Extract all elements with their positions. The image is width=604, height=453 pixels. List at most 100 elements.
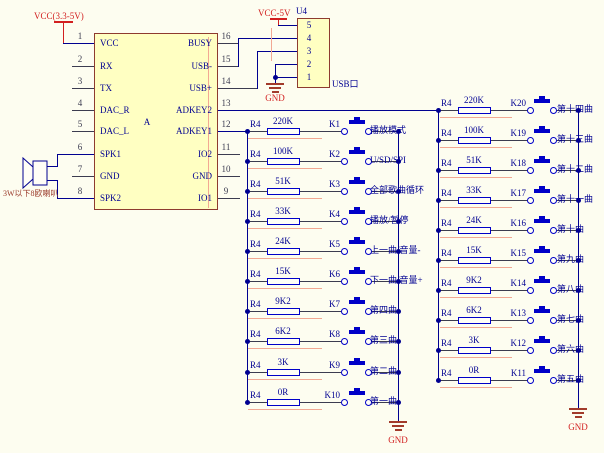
ic-pin-number: 12	[218, 119, 234, 129]
wire	[271, 28, 272, 61]
junction-dot	[436, 288, 441, 293]
key-switch-terminal	[550, 137, 557, 144]
key-switch-terminal	[550, 347, 557, 354]
key-switch-button-icon	[354, 147, 360, 150]
resistor-value: 6K2	[263, 326, 303, 336]
resistor-value: 3K	[454, 335, 494, 345]
resistor-value: 33K	[454, 185, 494, 195]
key-function-label: 播放/暂停	[370, 215, 409, 225]
resistor-ref: R4	[441, 188, 452, 198]
resistor-value: 24K	[454, 215, 494, 225]
key-designator: K3	[310, 179, 340, 189]
vcc-5v-power-label: VCC-5V	[258, 8, 291, 18]
junction-dot	[436, 318, 441, 323]
key-switch-terminal	[341, 158, 348, 165]
ic-pin-name: GND	[100, 171, 120, 181]
key-switch-terminal	[527, 317, 534, 324]
key-switch-terminal	[341, 278, 348, 285]
key-switch-button-icon	[349, 150, 365, 154]
resistor-body	[267, 188, 300, 195]
resistor-ref: R4	[441, 308, 452, 318]
key-switch-terminal	[527, 167, 534, 174]
resistor-body	[458, 347, 491, 354]
wire	[238, 38, 239, 67]
wire	[72, 131, 94, 132]
resistor-ref: R4	[250, 119, 261, 129]
trace-overlay-line	[440, 177, 512, 178]
key-switch-button-icon	[534, 279, 550, 283]
trace-overlay-line	[440, 117, 512, 118]
key-switch-button-icon	[354, 267, 360, 270]
trace-overlay-line	[248, 258, 322, 259]
key-function-label: 第二曲	[370, 366, 397, 376]
trace-overlay-line	[440, 147, 512, 148]
junction-dot	[436, 228, 441, 233]
key-switch-button-icon	[534, 339, 550, 343]
key-switch-terminal	[341, 248, 348, 255]
key-switch-button-icon	[534, 369, 550, 373]
ic-pin-number: 14	[218, 76, 234, 86]
wire	[275, 77, 297, 78]
ic-pin-name: RX	[100, 61, 113, 71]
junction-dot	[245, 339, 250, 344]
key-designator: K10	[310, 390, 340, 400]
resistor-body	[458, 107, 491, 114]
key-switch-terminal	[550, 227, 557, 234]
key-switch-button-icon	[534, 159, 550, 163]
key-switch-button-icon	[534, 249, 550, 253]
key-switch-button-icon	[354, 327, 360, 330]
resistor-ref: R4	[441, 338, 452, 348]
key-switch-terminal	[550, 107, 557, 114]
key-switch-button-icon	[539, 156, 545, 159]
wire	[72, 176, 94, 177]
gnd-symbol-icon	[389, 421, 407, 423]
wire	[218, 154, 240, 155]
resistor-ref: R4	[441, 128, 452, 138]
key-designator: K11	[496, 368, 526, 378]
key-designator: K9	[310, 360, 340, 370]
key-function-label: 第十曲	[557, 224, 584, 234]
resistor-value: 0R	[263, 387, 303, 397]
wire	[218, 43, 238, 44]
trace-overlay-line	[440, 207, 512, 208]
resistor-ref: R4	[250, 329, 261, 339]
key-switch-button-icon	[349, 361, 365, 365]
key-switch-terminal	[550, 317, 557, 324]
ic-pin-number: 1	[72, 31, 88, 41]
junction-dot	[245, 189, 250, 194]
key-function-label: 第十二曲	[557, 164, 593, 174]
gnd-symbol-icon	[572, 412, 584, 414]
wire	[72, 66, 94, 67]
ic-pin-name: SPK2	[100, 193, 121, 203]
ic-pin-number: 11	[218, 142, 234, 152]
usb-pin-number: 3	[300, 46, 318, 56]
resistor-body	[267, 248, 300, 255]
key-switch-button-icon	[534, 99, 550, 103]
resistor-body	[458, 257, 491, 264]
trace-overlay-line	[248, 348, 322, 349]
ic-pin-name: SPK1	[100, 149, 121, 159]
trace-overlay-line	[440, 237, 512, 238]
wire	[238, 38, 297, 39]
trace-overlay-line	[440, 357, 512, 358]
junction-dot	[245, 309, 250, 314]
key-function-label: 第九曲	[557, 254, 584, 264]
key-function-label: 第六曲	[557, 344, 584, 354]
key-switch-terminal	[550, 167, 557, 174]
ic-pin-name: ADKEY2	[152, 105, 212, 115]
key-designator: K19	[496, 128, 526, 138]
key-switch-button-icon	[539, 186, 545, 189]
key-designator: K2	[310, 149, 340, 159]
ic-pin-number: 15	[218, 54, 234, 64]
key-function-label: 第十四曲	[557, 104, 593, 114]
ic-pin-number: 13	[218, 98, 234, 108]
trace-overlay-line	[248, 138, 322, 139]
junction-dot	[245, 370, 250, 375]
wire	[275, 64, 276, 83]
key-designator: K1	[310, 119, 340, 129]
key-designator: K18	[496, 158, 526, 168]
key-switch-button-icon	[349, 300, 365, 304]
ic-pin-name: USB+	[152, 83, 212, 93]
ic-pin-name: DAC_L	[100, 126, 129, 136]
ic-pin-number: 9	[218, 186, 234, 196]
